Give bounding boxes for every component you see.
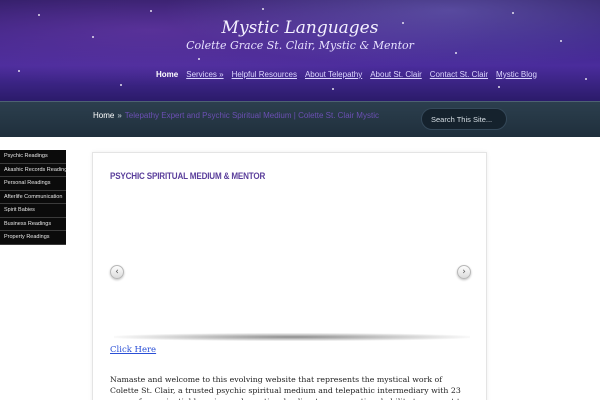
breadcrumb-separator: » <box>117 111 122 120</box>
nav-contact-st-clair[interactable]: Contact St. Clair <box>430 70 488 79</box>
breadcrumb: Home» Telepathy Expert and Psychic Spirit… <box>93 111 379 120</box>
nav-about-st-clair[interactable]: About St. Clair <box>370 70 422 79</box>
side-menu-item-afterlife-communication[interactable]: Afterlife Communication <box>0 191 66 204</box>
side-menu-item-property-readings[interactable]: Property Readings <box>0 231 66 245</box>
click-here-link[interactable]: Click Here <box>110 345 156 355</box>
slider-shadow <box>114 333 470 341</box>
nav-mystic-blog[interactable]: Mystic Blog <box>496 70 537 79</box>
site-title[interactable]: Mystic Languages <box>0 18 600 38</box>
search-input[interactable]: Search This Site... <box>421 108 507 130</box>
content-panel <box>92 152 487 400</box>
nav-services[interactable]: Services » <box>186 70 223 79</box>
nav-home[interactable]: Home <box>156 70 178 79</box>
nav-about-telepathy[interactable]: About Telepathy <box>305 70 362 79</box>
side-menu-item-personal-readings[interactable]: Personal Readings <box>0 177 66 191</box>
main-nav: Home Services » Helpful Resources About … <box>156 68 545 80</box>
slider-next-button[interactable]: › <box>457 265 471 279</box>
slider-prev-button[interactable]: ‹ <box>110 265 124 279</box>
side-menu-item-psychic-readings[interactable]: Psychic Readings <box>0 150 66 164</box>
nav-helpful-resources[interactable]: Helpful Resources <box>232 70 297 79</box>
breadcrumb-current: Telepathy Expert and Psychic Spiritual M… <box>124 111 379 120</box>
breadcrumb-home[interactable]: Home <box>93 111 114 120</box>
side-menu-item-business-readings[interactable]: Business Readings <box>0 218 66 231</box>
side-menu: Psychic Readings Akashic Records Reading… <box>0 150 66 245</box>
side-menu-item-akashic-records[interactable]: Akashic Records Reading <box>0 164 66 177</box>
intro-paragraph: Namaste and welcome to this evolving web… <box>110 375 465 400</box>
page-heading: PSYCHIC SPIRITUAL MEDIUM & MENTOR <box>110 171 266 182</box>
side-menu-item-spirit-babies[interactable]: Spirit Babies <box>0 204 66 218</box>
site-subtitle: Colette Grace St. Clair, Mystic & Mentor <box>186 39 414 52</box>
